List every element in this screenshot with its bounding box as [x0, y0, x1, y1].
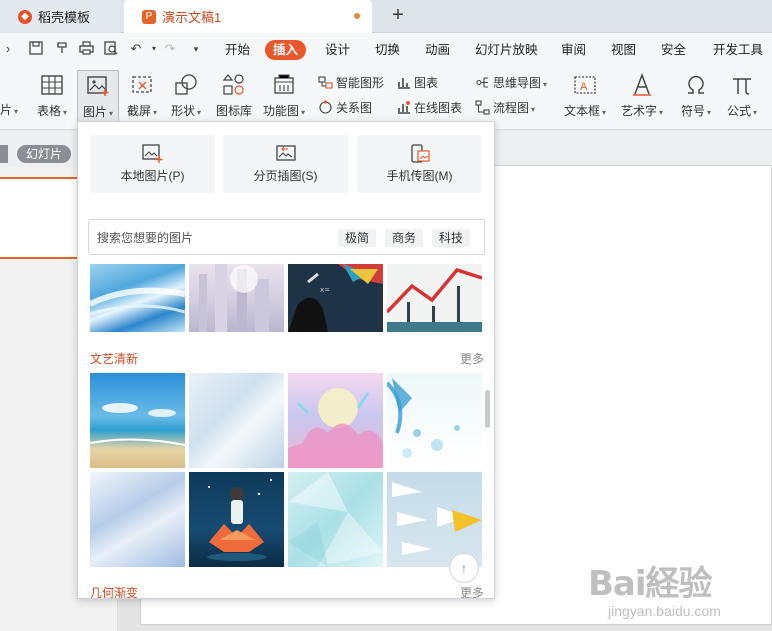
mindmap-button[interactable]: 思维导图 ▾ — [475, 73, 547, 93]
flowchart-button[interactable]: 流程图 ▾ — [475, 98, 535, 118]
omega-icon — [688, 75, 704, 94]
back-icon[interactable]: › — [0, 41, 16, 57]
menu-bar: › ↶ ▾ ↷ ▾ 开始 插入 设计 切换 动画 幻灯片放映 审阅 视图 安全 … — [0, 33, 772, 66]
tab-docer[interactable]: ◆ 稻壳模板 — [0, 0, 120, 33]
customize-dropdown-icon[interactable]: ▾ — [188, 41, 204, 57]
table-button[interactable]: 表格 ▾ — [32, 70, 72, 126]
function-chart-button[interactable]: 功能图 ▾ — [260, 70, 308, 126]
more-link[interactable]: 更多 — [460, 350, 484, 367]
panel-scrollbar[interactable] — [485, 390, 490, 428]
picture-thumbnail[interactable] — [90, 472, 185, 567]
more-link[interactable]: 更多 — [460, 584, 484, 598]
online-chart-icon — [398, 101, 410, 114]
menu-home[interactable]: 开始 — [225, 40, 250, 60]
function-chart-icon — [274, 74, 294, 94]
picture-thumbnail[interactable] — [387, 373, 482, 468]
picture-search-box: 极简 商务 科技 — [88, 219, 485, 255]
redo-icon[interactable]: ↷ — [162, 41, 178, 57]
textbox-icon: A — [574, 76, 596, 94]
tab-bar: ◆ 稻壳模板 P 演示文稿1 + — [0, 0, 772, 33]
arrow-up-icon: ↑ — [460, 560, 468, 576]
picture-thumbnail[interactable] — [189, 373, 284, 468]
picture-icon — [87, 76, 109, 96]
relation-chart-icon — [319, 100, 332, 114]
print-icon[interactable] — [78, 41, 94, 57]
menu-review[interactable]: 审阅 — [561, 40, 586, 60]
outline-tab-fragment[interactable] — [0, 145, 8, 163]
phone-upload-icon — [410, 144, 430, 163]
baidu-jingyan-watermark: Bai経验 jingyan.baidu.com — [588, 564, 721, 619]
phone-upload-button[interactable]: 手机传图(M) — [357, 135, 482, 193]
picture-button[interactable]: 图片 ▾ — [77, 70, 119, 126]
tab-label: 演示文稿1 — [162, 10, 222, 25]
menu-slideshow[interactable]: 幻灯片放映 — [475, 40, 538, 60]
mindmap-icon — [476, 77, 488, 88]
paged-insert-icon — [275, 145, 296, 161]
back-to-top-button[interactable]: ↑ — [449, 553, 479, 583]
picture-thumbnail[interactable] — [189, 472, 284, 567]
menu-security[interactable]: 安全 — [661, 40, 686, 60]
menu-transition[interactable]: 切换 — [375, 40, 400, 60]
menu-animation[interactable]: 动画 — [425, 40, 450, 60]
picture-thumbnail[interactable] — [288, 472, 383, 567]
chart-button[interactable]: 图表 — [396, 73, 438, 93]
tag-tech[interactable]: 科技 — [432, 229, 471, 247]
relation-chart-button[interactable]: 关系图 — [318, 98, 372, 118]
tag-business[interactable]: 商务 — [385, 229, 424, 247]
icon-library-icon — [222, 74, 244, 95]
tag-minimal[interactable]: 极简 — [338, 229, 377, 247]
picture-thumbnail[interactable] — [189, 264, 284, 332]
section-title-fresh: 文艺清新 — [90, 352, 139, 366]
section-title-geometric: 几何渐变 — [90, 586, 139, 599]
local-picture-icon — [141, 144, 162, 163]
slides-tab[interactable]: 幻灯片 — [17, 145, 72, 163]
table-icon — [41, 75, 63, 95]
wordart-icon — [633, 72, 651, 96]
icon-library-button[interactable]: 图标库 — [212, 70, 256, 126]
picture-thumbnail[interactable] — [387, 264, 482, 332]
shape-icon — [175, 74, 197, 95]
tab-label: 稻壳模板 — [38, 10, 91, 25]
print-preview-icon[interactable] — [103, 41, 119, 57]
tab-presentation[interactable]: P 演示文稿1 — [124, 0, 372, 33]
picture-thumbnail[interactable] — [288, 373, 383, 468]
wordart-button[interactable]: 艺术字 ▾ — [617, 70, 667, 126]
new-tab-button[interactable]: + — [386, 4, 410, 28]
slide-thumbnail[interactable] — [0, 177, 78, 259]
save-icon[interactable] — [28, 41, 44, 57]
unsaved-dot — [354, 13, 360, 19]
paged-insert-button[interactable]: 分页插图(S) — [223, 135, 348, 193]
picture-search-input[interactable] — [97, 228, 317, 248]
picture-thumbnail[interactable] — [90, 264, 185, 332]
docer-icon: ◆ — [18, 9, 32, 24]
svg-text:x=: x= — [320, 286, 330, 294]
menu-view[interactable]: 视图 — [611, 40, 636, 60]
formula-button[interactable]: 公式 ▾ — [720, 70, 764, 126]
symbol-button[interactable]: 符号 ▾ — [675, 70, 717, 126]
shape-button[interactable]: 形状 ▾ — [166, 70, 206, 126]
smart-art-icon — [318, 76, 333, 89]
picture-thumbnail[interactable] — [90, 373, 185, 468]
undo-dropdown-icon[interactable]: ▾ — [146, 41, 162, 57]
picture-thumbnail[interactable]: x= — [288, 264, 383, 332]
menu-design[interactable]: 设计 — [325, 40, 350, 60]
screenshot-button[interactable]: 截屏 ▾ — [122, 70, 162, 126]
chart-icon — [398, 78, 410, 89]
textbox-button[interactable]: A 文本框 ▾ — [560, 70, 610, 126]
screenshot-icon — [132, 76, 152, 93]
svg-text:A: A — [580, 81, 588, 93]
presentation-icon: P — [142, 9, 156, 24]
left-cut-label[interactable]: 片 ▾ — [0, 100, 18, 120]
menu-developer[interactable]: 开发工具 — [713, 40, 763, 60]
local-picture-button[interactable]: 本地图片(P) — [90, 135, 215, 193]
picture-dropdown-panel: 本地图片(P) 分页插图(S) 手机传图(M) 极简 商务 科技 x= 文艺清新… — [77, 121, 495, 599]
smart-art-button[interactable]: 智能图形 — [318, 73, 384, 93]
format-painter-icon[interactable] — [54, 41, 70, 57]
flowchart-icon — [475, 100, 490, 115]
pi-icon — [733, 78, 751, 95]
online-chart-button[interactable]: 在线图表 — [396, 98, 462, 118]
menu-insert[interactable]: 插入 — [265, 40, 307, 60]
undo-icon[interactable]: ↶ — [128, 41, 144, 57]
